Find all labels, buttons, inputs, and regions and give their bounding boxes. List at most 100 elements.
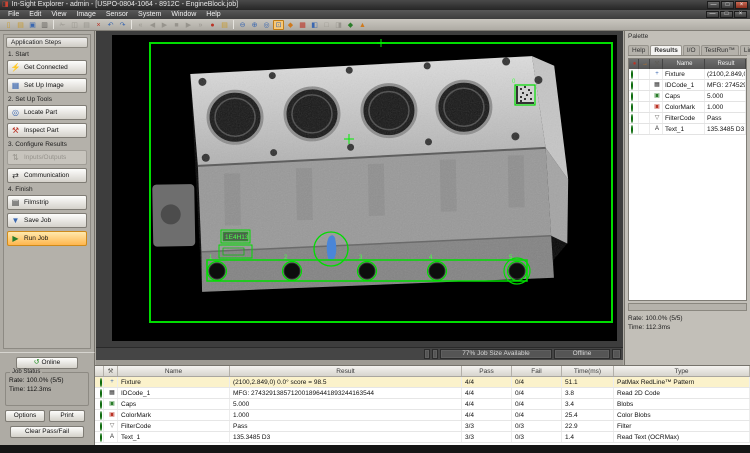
tab-testrun[interactable]: TestRun™ [701, 45, 739, 55]
pointer-icon[interactable]: ◆ [285, 20, 296, 30]
menu-system[interactable]: System [133, 10, 166, 19]
zoom-out-icon[interactable]: ⊖ [237, 20, 248, 30]
menu-image[interactable]: Image [71, 10, 100, 19]
pass-led-icon [631, 114, 633, 123]
paste-icon[interactable]: ▤ [81, 20, 92, 30]
button-label: Set Up Image [24, 82, 64, 89]
grid-icon[interactable]: ▦ [297, 20, 308, 30]
menu-sensor[interactable]: Sensor [101, 10, 133, 19]
row-fail: 0/4 [512, 410, 562, 420]
cut-icon[interactable]: ✁ [57, 20, 68, 30]
get-connected-button[interactable]: ⚡ Get Connected [7, 60, 87, 75]
palette-row-colormark[interactable]: ▣ ColorMark 1.000 [629, 102, 746, 113]
locate-part-button[interactable]: ◎ Locate Part [7, 105, 87, 120]
palette-row-idcode[interactable]: ▦ IDCode_1 MFG: 274529/1385 [629, 80, 746, 91]
row-result: (2100,2.849,0) 0.0 [705, 69, 746, 79]
new-job-icon[interactable]: ▯ [3, 20, 14, 30]
run-job-button[interactable]: ▶ Run Job [7, 231, 87, 246]
clear-passfail-button[interactable]: Clear Pass/Fail [10, 426, 84, 438]
menu-edit[interactable]: Edit [24, 10, 46, 19]
tab-io[interactable]: I/O [683, 45, 700, 55]
palette-tabs: Help Results I/O TestRun™ Links ◂ ▸ [628, 44, 747, 56]
row-name: IDCode_1 [118, 388, 230, 398]
menu-help[interactable]: Help [201, 10, 225, 19]
palette-scrollbar[interactable] [628, 303, 747, 311]
open-job-icon[interactable]: ▤ [15, 20, 26, 30]
result-row-text1[interactable]: A Text_1 135.3485 D3 3/3 0/3 1.4 Read Te… [95, 432, 750, 443]
filmstrip-folder-icon[interactable]: ▤ [219, 20, 230, 30]
spreadsheet-icon[interactable]: □ [321, 20, 332, 30]
close-button[interactable]: × [735, 1, 748, 9]
first-image-icon[interactable]: « [135, 20, 146, 30]
inspect-part-button[interactable]: ⚒ Inspect Part [7, 123, 87, 138]
delete-icon[interactable]: × [93, 20, 104, 30]
menu-view[interactable]: View [46, 10, 71, 19]
communication-button[interactable]: ⇄ Communication [7, 168, 87, 183]
tab-links[interactable]: Links [740, 45, 750, 55]
time-header: Time(ms) [562, 366, 614, 376]
menu-window[interactable]: Window [166, 10, 201, 19]
save-job-icon[interactable]: ▣ [27, 20, 38, 30]
result-row-fixture[interactable]: + Fixture (2100,2.849,0) 0.0° score = 98… [95, 377, 750, 388]
undo-icon[interactable]: ↶ [105, 20, 116, 30]
restore-button[interactable]: □ [721, 1, 734, 9]
options-button[interactable]: Options [5, 410, 45, 422]
online-button[interactable]: ↺ Online [16, 357, 78, 369]
filmstrip-button[interactable]: ▤ Filmstrip [7, 195, 87, 210]
application-steps-inner: Application Steps 1. Start ⚡ Get Connect… [3, 34, 91, 349]
toolbar-separator [53, 20, 54, 29]
print-icon[interactable]: ▥ [39, 20, 50, 30]
set-up-image-button[interactable]: ▦ Set Up Image [7, 78, 87, 93]
row-fail: 0/4 [512, 399, 562, 409]
tab-help[interactable]: Help [628, 45, 649, 55]
result-row-caps[interactable]: ▣ Caps 5.000 4/4 0/4 3.4 Blobs [95, 399, 750, 410]
zoom-in-icon[interactable]: ⊕ [249, 20, 260, 30]
tab-results[interactable]: Results [650, 45, 681, 55]
stop-icon[interactable]: ■ [171, 20, 182, 30]
name-header: Name [663, 59, 705, 69]
row-result: 5.000 [230, 399, 462, 409]
sensor-icon[interactable]: ▲ [357, 20, 368, 30]
zoom-selection-icon[interactable]: ⊡ [273, 20, 284, 30]
save-job-button[interactable]: ▼ Save Job [7, 213, 87, 228]
row-result: MFG: 2743291385712001896441893244163544 [230, 388, 462, 398]
mdi-window-controls: — □ × [706, 11, 747, 18]
play-icon[interactable]: ▶ [159, 20, 170, 30]
palette-row-text1[interactable]: A Text_1 135.3485 D3 [629, 124, 746, 135]
image-canvas[interactable]: 1E4H13 [96, 31, 623, 347]
redo-icon[interactable]: ↷ [117, 20, 128, 30]
row-name: Text_1 [118, 432, 230, 442]
row-time: 3.4 [562, 399, 614, 409]
print-button[interactable]: Print [49, 410, 85, 422]
viewport-statusbar: 77% Job Size Available Offline [96, 347, 623, 360]
last-image-icon[interactable]: » [195, 20, 206, 30]
copy-icon[interactable]: ◫ [69, 20, 80, 30]
next-image-icon[interactable]: ▶ [183, 20, 194, 30]
button-label: Save Job [24, 217, 51, 224]
prev-image-icon[interactable]: ◀ [147, 20, 158, 30]
zoom-fit-icon[interactable]: ◎ [261, 20, 272, 30]
custom-view-icon[interactable]: ◨ [333, 20, 344, 30]
menu-file[interactable]: File [3, 10, 24, 19]
row-type: PatMax RedLine™ Pattern [614, 377, 750, 387]
palette-row-caps[interactable]: ▣ Caps 5.000 [629, 91, 746, 102]
pass-led-icon [631, 81, 633, 90]
mdi-close-button[interactable]: × [734, 11, 747, 18]
minimize-button[interactable]: — [707, 1, 720, 9]
result-row-colormark[interactable]: ▣ ColorMark 1.000 4/4 0/4 25.4 Color Blo… [95, 410, 750, 421]
result-row-filtercode[interactable]: ▽ FilterCode Pass 3/3 0/3 22.9 Filter [95, 421, 750, 432]
colormark-tool-icon: ▣ [650, 102, 663, 112]
io-icon[interactable]: ◆ [345, 20, 356, 30]
mdi-restore-button[interactable]: □ [720, 11, 733, 18]
result-row-idcode[interactable]: ▦ IDCode_1 MFG: 274329138571200189644189… [95, 388, 750, 399]
palette-title: Palette [628, 33, 747, 42]
row-time: 51.1 [562, 377, 614, 387]
palette-row-fixture[interactable]: + Fixture (2100,2.849,0) 0.0 [629, 69, 746, 80]
window-controls: — □ × [707, 1, 748, 9]
record-icon[interactable]: ● [207, 20, 218, 30]
row-pass: 4/4 [462, 377, 512, 387]
new-window-icon[interactable]: ◧ [309, 20, 320, 30]
mdi-minimize-button[interactable]: — [706, 11, 719, 18]
palette-row-filtercode[interactable]: ▽ FilterCode Pass [629, 113, 746, 124]
type-header: Type [614, 366, 750, 376]
